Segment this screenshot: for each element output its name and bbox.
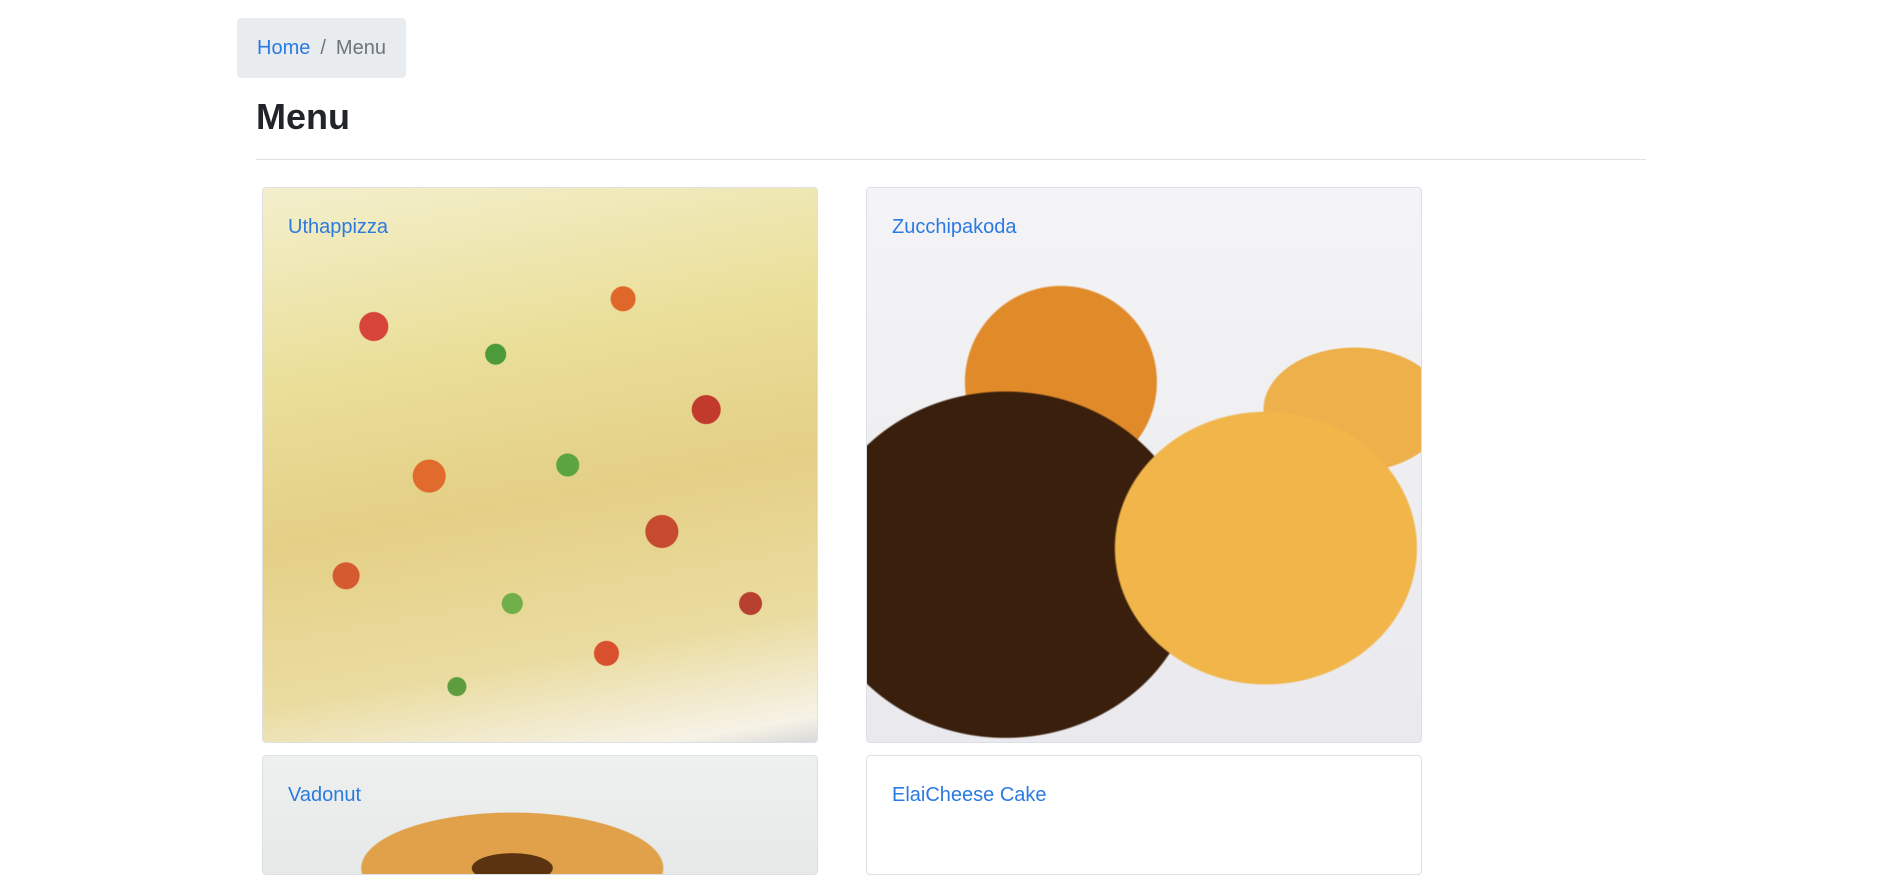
menu-item-title[interactable]: Vadonut	[288, 784, 361, 807]
vadonut-image[interactable]	[263, 756, 817, 874]
menu-item-title[interactable]: ElaiCheese Cake	[892, 784, 1047, 807]
uthappizza-image[interactable]	[263, 188, 817, 742]
title-divider	[256, 159, 1646, 160]
menu-item-card-elaicheese-cake[interactable]: ElaiCheese Cake	[866, 755, 1422, 875]
menu-item-title[interactable]: Zucchipakoda	[892, 216, 1017, 239]
menu-item-card-vadonut[interactable]: Vadonut	[262, 755, 818, 875]
menu-page: Home / Menu Menu Uthappizza Zucchipakoda…	[0, 0, 1892, 875]
page-title: Menu	[256, 96, 350, 137]
menu-item-card-zucchipakoda[interactable]: Zucchipakoda	[866, 187, 1422, 743]
zucchipakoda-image[interactable]	[867, 188, 1421, 742]
breadcrumb: Home / Menu	[237, 18, 406, 78]
breadcrumb-current: Menu	[335, 36, 386, 59]
breadcrumb-separator: /	[320, 36, 326, 59]
menu-item-card-uthappizza[interactable]: Uthappizza	[262, 187, 818, 743]
menu-item-title[interactable]: Uthappizza	[288, 216, 388, 239]
breadcrumb-home-link[interactable]: Home	[257, 37, 310, 60]
